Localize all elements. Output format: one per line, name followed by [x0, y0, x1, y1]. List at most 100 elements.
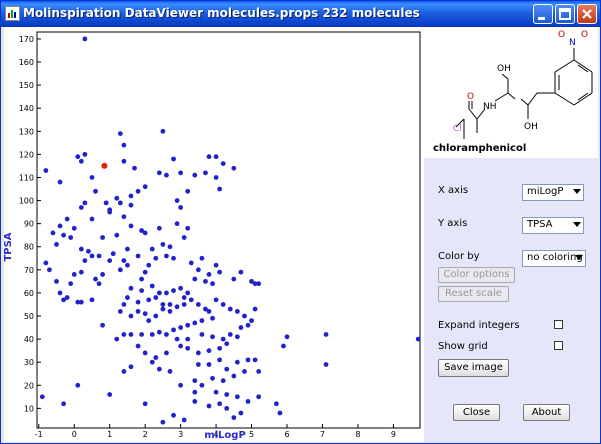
- data-point[interactable]: [121, 142, 127, 148]
- data-point[interactable]: [160, 128, 166, 134]
- data-point[interactable]: [146, 318, 152, 324]
- data-point[interactable]: [128, 193, 134, 199]
- data-point[interactable]: [164, 253, 169, 259]
- data-point[interactable]: [238, 325, 244, 330]
- data-point[interactable]: [142, 311, 148, 317]
- data-point[interactable]: [135, 253, 141, 259]
- data-point[interactable]: [114, 232, 120, 238]
- data-point[interactable]: [181, 235, 187, 240]
- data-point[interactable]: [82, 151, 88, 157]
- data-point[interactable]: [139, 288, 145, 294]
- data-point[interactable]: [164, 350, 169, 356]
- data-point[interactable]: [256, 281, 262, 287]
- data-point[interactable]: [50, 230, 56, 236]
- y-axis-select[interactable]: TPSA: [522, 217, 584, 234]
- data-point[interactable]: [156, 366, 162, 372]
- data-point[interactable]: [174, 336, 180, 342]
- data-point[interactable]: [139, 332, 145, 337]
- data-point[interactable]: [188, 297, 194, 303]
- data-point[interactable]: [160, 242, 166, 247]
- data-point[interactable]: [135, 308, 141, 314]
- data-point[interactable]: [192, 378, 198, 384]
- data-point[interactable]: [195, 302, 201, 307]
- data-point[interactable]: [220, 378, 226, 384]
- data-point[interactable]: [178, 205, 184, 210]
- data-point[interactable]: [39, 394, 45, 400]
- data-point[interactable]: [160, 419, 166, 425]
- data-point[interactable]: [206, 272, 212, 277]
- highlighted-point[interactable]: [101, 162, 108, 169]
- data-point[interactable]: [415, 336, 421, 342]
- data-point[interactable]: [128, 332, 134, 337]
- data-point[interactable]: [171, 288, 176, 294]
- data-point[interactable]: [142, 184, 148, 190]
- data-point[interactable]: [156, 225, 162, 231]
- data-point[interactable]: [61, 401, 66, 407]
- data-point[interactable]: [167, 302, 173, 307]
- data-point[interactable]: [135, 343, 141, 349]
- data-point[interactable]: [128, 364, 134, 370]
- data-point[interactable]: [128, 223, 134, 229]
- data-point[interactable]: [185, 290, 191, 296]
- data-point[interactable]: [245, 399, 251, 404]
- data-point[interactable]: [224, 405, 230, 411]
- data-point[interactable]: [43, 260, 49, 266]
- data-point[interactable]: [273, 401, 279, 407]
- data-point[interactable]: [252, 357, 258, 363]
- data-point[interactable]: [128, 313, 134, 319]
- data-point[interactable]: [249, 318, 254, 324]
- data-point[interactable]: [224, 366, 230, 372]
- data-point[interactable]: [121, 258, 127, 263]
- data-point[interactable]: [238, 269, 244, 275]
- data-point[interactable]: [121, 302, 127, 307]
- data-point[interactable]: [192, 276, 198, 282]
- data-point[interactable]: [210, 281, 215, 287]
- scatter-plot-area[interactable]: -1 0 1 2 3 4 5 6 7 8 9 10 20 30 40 50 60 70 80 90 100 110 120 1…: [4, 27, 424, 442]
- data-point[interactable]: [256, 394, 262, 400]
- data-point[interactable]: [234, 334, 240, 340]
- data-point[interactable]: [195, 350, 201, 356]
- data-point[interactable]: [178, 343, 184, 349]
- data-point[interactable]: [107, 258, 113, 263]
- data-point[interactable]: [188, 260, 194, 266]
- scatter-plot[interactable]: -1 0 1 2 3 4 5 6 7 8 91020304050607080901001101201…: [4, 27, 424, 442]
- data-point[interactable]: [107, 392, 113, 397]
- data-point[interactable]: [203, 278, 208, 284]
- data-point[interactable]: [281, 343, 286, 349]
- data-point[interactable]: [217, 345, 223, 351]
- data-point[interactable]: [234, 308, 240, 314]
- data-point[interactable]: [167, 369, 173, 374]
- data-point[interactable]: [103, 200, 109, 206]
- data-point[interactable]: [213, 175, 219, 180]
- data-point[interactable]: [89, 297, 95, 303]
- data-point[interactable]: [68, 235, 74, 240]
- data-point[interactable]: [199, 318, 205, 324]
- data-point[interactable]: [206, 154, 212, 160]
- data-point[interactable]: [139, 276, 145, 282]
- data-point[interactable]: [234, 359, 240, 365]
- data-point[interactable]: [242, 313, 247, 319]
- data-point[interactable]: [192, 320, 198, 326]
- data-point[interactable]: [210, 334, 215, 340]
- data-point[interactable]: [146, 297, 152, 303]
- data-point[interactable]: [167, 308, 173, 314]
- data-point[interactable]: [47, 267, 52, 273]
- data-point[interactable]: [153, 295, 159, 300]
- data-point[interactable]: [78, 158, 84, 164]
- data-point[interactable]: [125, 295, 130, 300]
- data-point[interactable]: [178, 285, 184, 291]
- data-point[interactable]: [89, 216, 95, 222]
- data-point[interactable]: [323, 332, 329, 337]
- data-point[interactable]: [185, 188, 191, 194]
- data-point[interactable]: [125, 262, 130, 268]
- x-axis-select[interactable]: miLogP: [522, 184, 584, 201]
- data-point[interactable]: [149, 332, 155, 337]
- data-point[interactable]: [178, 170, 184, 176]
- data-point[interactable]: [167, 244, 173, 250]
- data-point[interactable]: [121, 332, 127, 337]
- data-point[interactable]: [174, 221, 180, 227]
- data-point[interactable]: [96, 253, 102, 259]
- data-point[interactable]: [238, 410, 244, 416]
- data-point[interactable]: [153, 255, 159, 261]
- data-point[interactable]: [75, 382, 81, 388]
